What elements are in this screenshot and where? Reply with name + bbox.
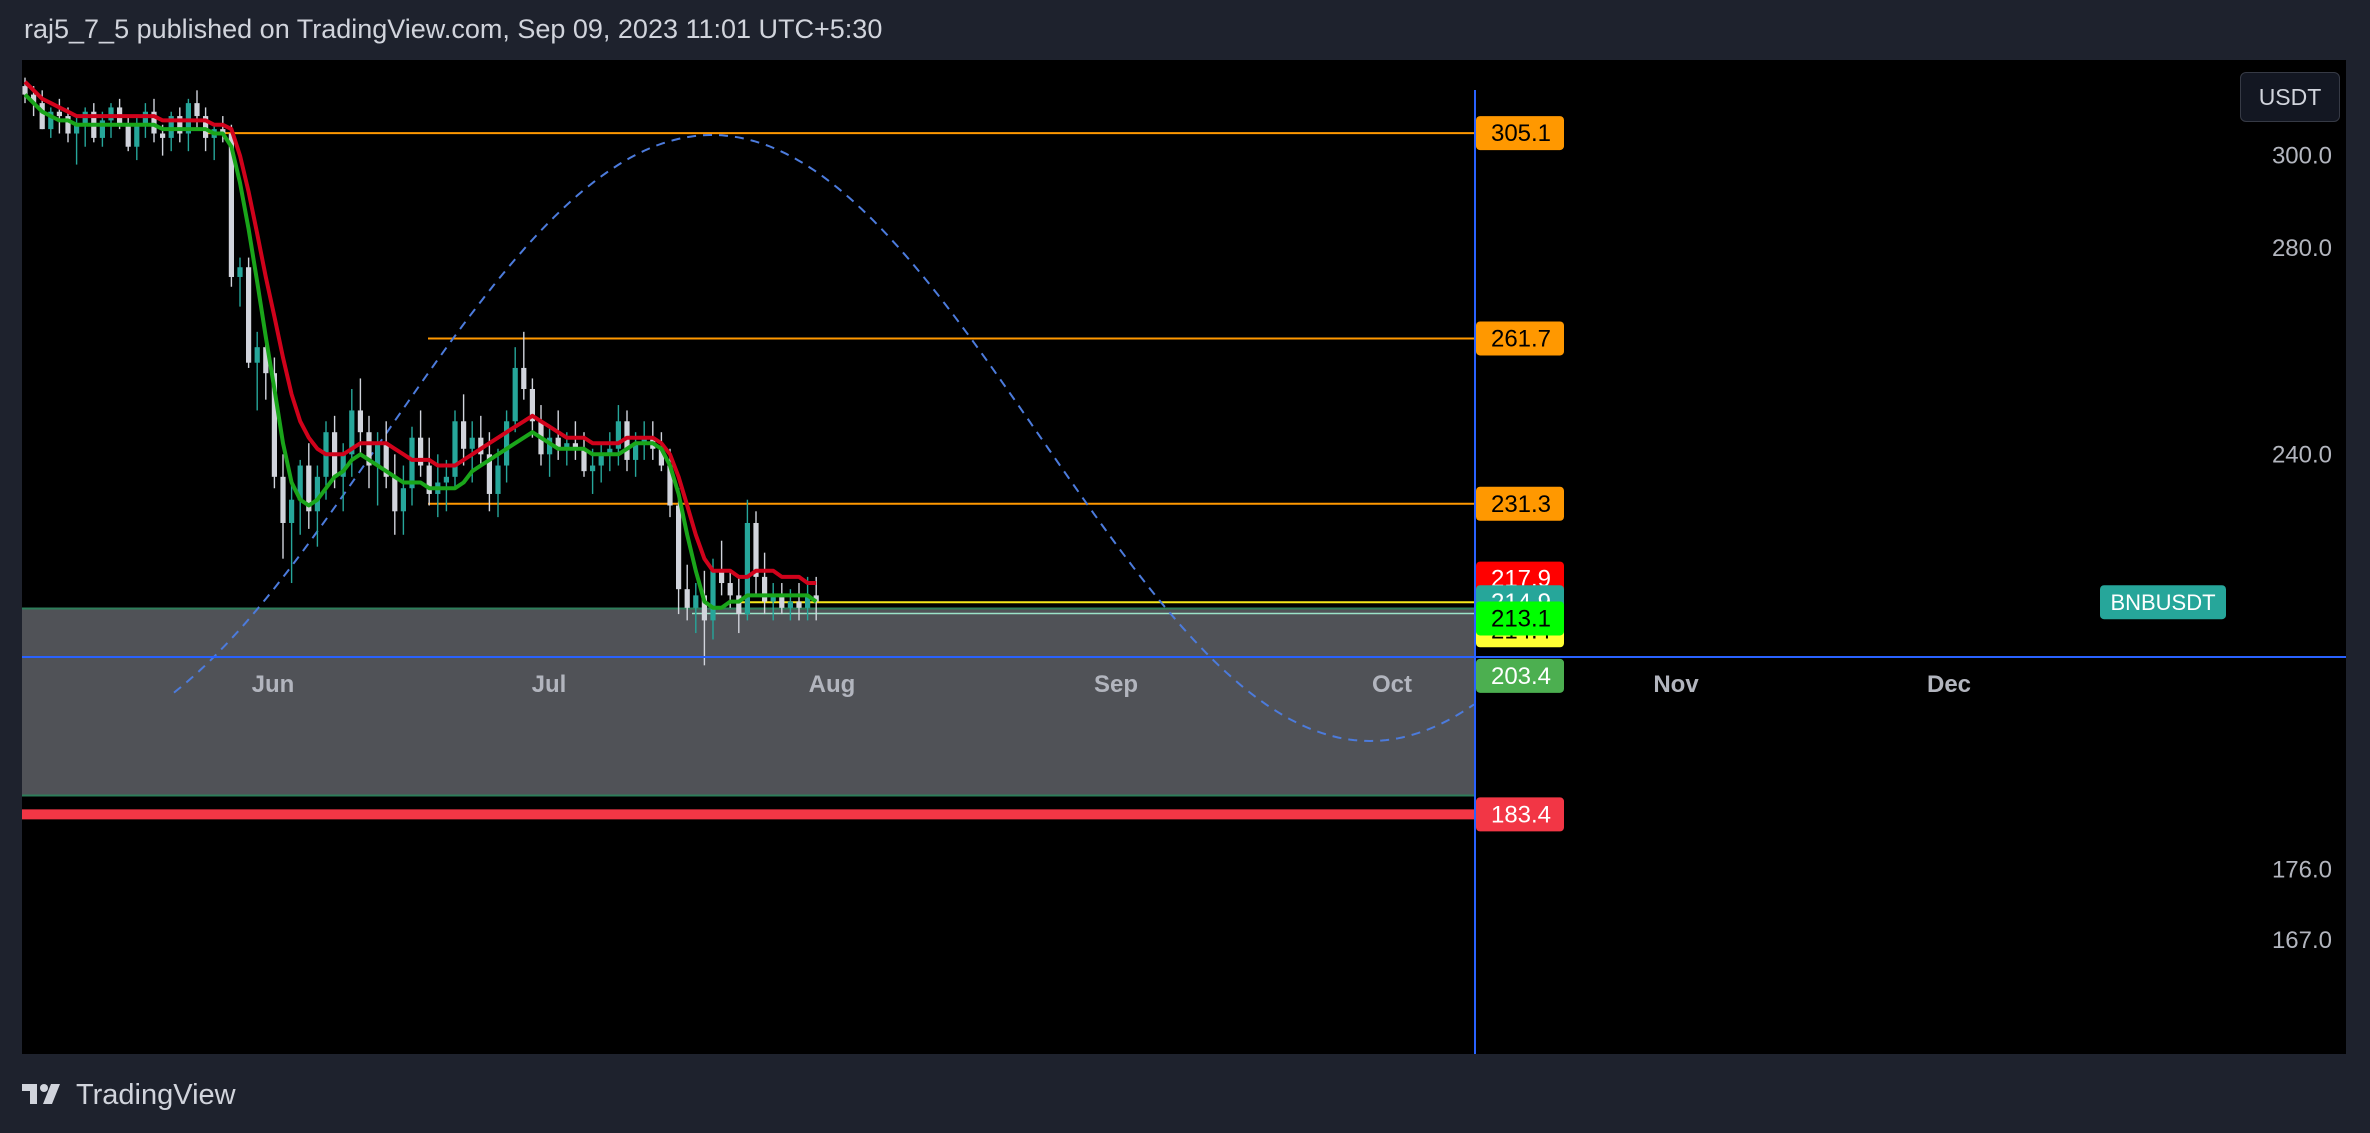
candle-body[interactable] <box>134 124 140 147</box>
price-chart[interactable]: Jun Jul Aug Sep Oct Nov Dec 300.0 280.0 240.0 176.… <box>22 60 2346 1054</box>
candle-body[interactable] <box>125 124 131 147</box>
tradingview-logo-icon[interactable] <box>22 1084 66 1106</box>
footer-brand[interactable]: TradingView <box>76 1079 236 1112</box>
y-tick-label: 176.0 <box>2272 856 2332 883</box>
candle-body[interactable] <box>194 103 200 117</box>
symbol-tag-label: BNBUSDT <box>2110 590 2215 615</box>
candle-body[interactable] <box>762 576 768 602</box>
candle-body[interactable] <box>521 367 527 390</box>
candle-body[interactable] <box>254 347 260 363</box>
x-tick-label-jul: Jul <box>532 671 567 698</box>
candle-body[interactable] <box>56 111 62 117</box>
candle-body[interactable] <box>504 421 510 466</box>
x-tick-label-sep: Sep <box>1094 671 1138 698</box>
candle-body[interactable] <box>676 505 682 590</box>
price-badge-label: 203.4 <box>1491 663 1551 690</box>
candle-body[interactable] <box>400 488 406 512</box>
candle-body[interactable] <box>237 267 243 277</box>
x-tick-label-jun: Jun <box>252 671 295 698</box>
candle-body[interactable] <box>452 421 458 477</box>
candle-body[interactable] <box>744 522 750 615</box>
candle-body[interactable] <box>512 367 518 422</box>
price-badge-label: 305.1 <box>1491 120 1551 147</box>
y-tick-label: 240.0 <box>2272 441 2332 468</box>
candle-body[interactable] <box>160 133 166 138</box>
y-tick-label: 167.0 <box>2272 927 2332 954</box>
candle-body[interactable] <box>495 465 501 494</box>
demand-zone[interactable] <box>22 608 1475 796</box>
publish-info: raj5_7_5 published on TradingView.com, S… <box>24 14 883 44</box>
candle-body[interactable] <box>392 476 398 512</box>
chart-area[interactable]: Jun Jul Aug Sep Oct Nov Dec 300.0 280.0 240.0 176.… <box>22 60 2346 1054</box>
candle-body[interactable] <box>280 476 286 523</box>
candle-body[interactable] <box>796 601 802 608</box>
candle-body[interactable] <box>22 86 28 95</box>
candle-body[interactable] <box>443 476 449 483</box>
candle-body[interactable] <box>357 410 363 433</box>
candle-body[interactable] <box>469 437 475 449</box>
x-tick-label-dec: Dec <box>1927 671 1971 698</box>
candle-body[interactable] <box>787 601 793 608</box>
support-line[interactable] <box>22 809 1475 820</box>
candle-body[interactable] <box>246 267 252 363</box>
candle-body[interactable] <box>727 583 733 596</box>
x-tick-label-oct: Oct <box>1372 671 1412 698</box>
price-badge-label: 231.3 <box>1491 491 1551 518</box>
y-tick-label: 300.0 <box>2272 143 2332 170</box>
candle-body[interactable] <box>108 107 114 121</box>
currency-button[interactable]: USDT <box>2240 72 2340 122</box>
ma-green-line[interactable] <box>23 93 818 610</box>
candle-body[interactable] <box>684 589 690 608</box>
price-badge-label: 213.1 <box>1491 605 1551 632</box>
candle-body[interactable] <box>590 465 596 472</box>
x-tick-label-aug: Aug <box>809 671 856 698</box>
candle-body[interactable] <box>461 421 467 449</box>
footer: TradingView <box>22 1076 236 1114</box>
x-tick-label-nov: Nov <box>1653 671 1699 698</box>
price-badge-label: 261.7 <box>1491 325 1551 352</box>
ma-red-line[interactable] <box>23 80 817 585</box>
candle-body[interactable] <box>289 499 295 523</box>
candle-body[interactable] <box>710 570 716 621</box>
candle-body[interactable] <box>39 103 45 130</box>
price-badge-label: 183.4 <box>1491 801 1551 828</box>
candle-body[interactable] <box>693 595 699 608</box>
y-tick-label: 280.0 <box>2272 235 2332 262</box>
